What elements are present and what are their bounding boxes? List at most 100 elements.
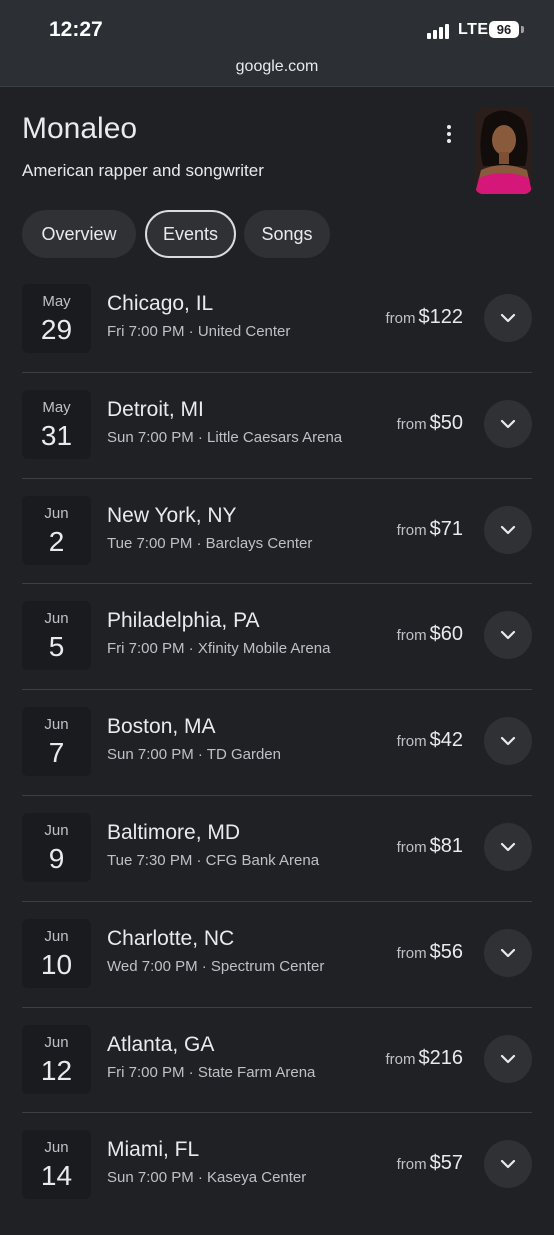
divider bbox=[22, 371, 532, 373]
price-prefix: from bbox=[396, 521, 427, 539]
event-day: 9 bbox=[48, 843, 65, 874]
chevron-down-icon bbox=[500, 1054, 516, 1063]
event-city: Atlanta, GA bbox=[107, 1032, 215, 1056]
expand-button[interactable] bbox=[484, 399, 532, 448]
event-city: New York, NY bbox=[107, 503, 237, 527]
chevron-down-icon bbox=[500, 737, 516, 746]
event-detail: Sun 7:00 PM · Little Caesars Arena bbox=[107, 428, 343, 446]
event-row[interactable]: Jun 2 New York, NY Tue 7:00 PM · Barclay… bbox=[0, 477, 554, 601]
price-prefix: from bbox=[396, 839, 427, 856]
entity-description: American rapper and songwriter bbox=[22, 161, 264, 180]
price-amount: $42 bbox=[429, 729, 463, 752]
more-vert-icon[interactable] bbox=[440, 122, 458, 146]
event-day: 31 bbox=[40, 419, 73, 451]
price-prefix: from bbox=[385, 310, 416, 327]
divider bbox=[22, 1006, 532, 1008]
event-price: from $42 bbox=[397, 729, 463, 752]
event-month: Jun bbox=[44, 610, 69, 628]
event-price: from $81 bbox=[397, 835, 463, 858]
event-price: from $57 bbox=[397, 1152, 463, 1175]
event-day: 7 bbox=[48, 737, 65, 769]
price-prefix: from bbox=[396, 627, 427, 645]
event-month: Jun bbox=[44, 1139, 69, 1157]
event-date: Jun 5 bbox=[22, 601, 91, 671]
expand-button[interactable] bbox=[484, 611, 532, 660]
event-detail: Fri 7:00 PM · Xfinity Mobile Arena bbox=[107, 640, 331, 658]
event-date: Jun 14 bbox=[22, 1130, 91, 1200]
expand-button[interactable] bbox=[484, 823, 532, 871]
price-amount: $57 bbox=[429, 1152, 463, 1175]
event-row[interactable]: Jun 14 Miami, FL Sun 7:00 PM · Kaseya Ce… bbox=[0, 1112, 554, 1235]
event-detail: Sun 7:00 PM · TD Garden bbox=[107, 746, 281, 764]
event-detail: Wed 7:00 PM · Spectrum Center bbox=[107, 957, 325, 975]
entity-image[interactable] bbox=[475, 108, 532, 194]
event-day: 5 bbox=[48, 631, 65, 663]
event-city: Chicago, IL bbox=[107, 292, 214, 315]
status-time: 12:27 bbox=[49, 18, 103, 41]
event-month: Jun bbox=[44, 927, 69, 945]
event-price: from $216 bbox=[386, 1047, 464, 1070]
chevron-down-icon bbox=[500, 313, 516, 323]
event-day: 12 bbox=[40, 1054, 73, 1086]
chevron-down-icon bbox=[500, 1160, 516, 1169]
battery-tip bbox=[521, 26, 524, 33]
expand-button[interactable] bbox=[484, 717, 532, 766]
event-date: Jun 12 bbox=[22, 1024, 91, 1094]
event-month: May bbox=[42, 398, 71, 416]
expand-button[interactable] bbox=[484, 294, 532, 342]
event-month: Jun bbox=[44, 1033, 69, 1051]
expand-button[interactable] bbox=[484, 928, 532, 977]
price-prefix: from bbox=[396, 1156, 427, 1174]
event-day: 29 bbox=[40, 314, 73, 345]
event-date: May 29 bbox=[22, 284, 91, 353]
price-amount: $122 bbox=[418, 306, 464, 328]
event-month: Jun bbox=[44, 716, 69, 734]
price-amount: $56 bbox=[429, 940, 463, 963]
expand-button[interactable] bbox=[484, 1140, 532, 1189]
price-prefix: from bbox=[385, 1050, 416, 1068]
battery-icon: 96 bbox=[489, 21, 519, 38]
event-month: Jun bbox=[44, 822, 69, 839]
expand-button[interactable] bbox=[484, 505, 532, 554]
price-prefix: from bbox=[396, 415, 427, 433]
tab-events[interactable]: Events bbox=[145, 210, 236, 258]
event-detail: Fri 7:00 PM · United Center bbox=[107, 323, 291, 340]
event-detail: Fri 7:00 PM · State Farm Arena bbox=[107, 1063, 316, 1081]
event-row[interactable]: May 31 Detroit, MI Sun 7:00 PM · Little … bbox=[0, 371, 554, 495]
event-row[interactable]: Jun 7 Boston, MA Sun 7:00 PM · TD Garden… bbox=[0, 689, 554, 812]
address-bar[interactable]: google.com bbox=[0, 54, 554, 87]
event-price: from $122 bbox=[386, 306, 464, 329]
event-row[interactable]: Jun 9 Baltimore, MD Tue 7:30 PM · CFG Ba… bbox=[0, 795, 554, 918]
divider bbox=[22, 689, 532, 691]
divider bbox=[22, 1112, 532, 1114]
price-prefix: from bbox=[396, 733, 427, 751]
tab-songs[interactable]: Songs bbox=[244, 210, 330, 258]
event-month: Jun bbox=[44, 504, 69, 522]
url-text[interactable]: google.com bbox=[0, 58, 554, 76]
divider bbox=[22, 900, 532, 902]
network-label: LTE bbox=[458, 21, 489, 38]
event-day: 10 bbox=[40, 948, 73, 980]
expand-button[interactable] bbox=[484, 1034, 532, 1083]
event-detail: Tue 7:30 PM · CFG Bank Arena bbox=[107, 852, 320, 869]
event-date: Jun 7 bbox=[22, 707, 91, 777]
status-bar: 12:27 LTE 96 bbox=[0, 0, 554, 58]
event-date: Jun 10 bbox=[22, 918, 91, 988]
event-detail: Tue 7:00 PM · Barclays Center bbox=[107, 534, 313, 552]
chevron-down-icon bbox=[500, 631, 516, 640]
event-row[interactable]: Jun 12 Atlanta, GA Fri 7:00 PM · State F… bbox=[0, 1006, 554, 1130]
event-price: from $56 bbox=[397, 941, 463, 964]
event-row[interactable]: May 29 Chicago, IL Fri 7:00 PM · United … bbox=[0, 284, 554, 389]
event-day: 2 bbox=[48, 525, 65, 557]
event-city: Miami, FL bbox=[107, 1138, 200, 1162]
event-city: Boston, MA bbox=[107, 715, 216, 739]
chevron-down-icon bbox=[500, 525, 516, 534]
divider bbox=[22, 477, 532, 479]
price-prefix: from bbox=[396, 944, 427, 962]
event-row[interactable]: Jun 10 Charlotte, NC Wed 7:00 PM · Spect… bbox=[0, 900, 554, 1024]
event-price: from $71 bbox=[397, 518, 463, 541]
price-amount: $216 bbox=[418, 1046, 464, 1069]
event-row[interactable]: Jun 5 Philadelphia, PA Fri 7:00 PM · Xfi… bbox=[0, 583, 554, 706]
tab-overview[interactable]: Overview bbox=[22, 210, 136, 258]
event-city: Charlotte, NC bbox=[107, 926, 235, 950]
